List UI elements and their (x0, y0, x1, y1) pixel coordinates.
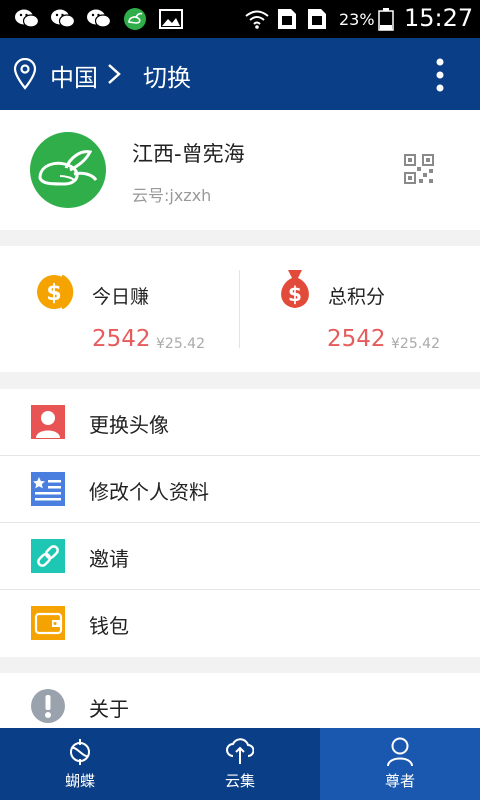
menu-item-edit-profile[interactable]: 修改个人资料 (0, 456, 480, 523)
wechat-icon (51, 9, 76, 28)
bottom-nav: 蝴蝶 云集 尊者 (0, 728, 480, 800)
coin-icon: $ (37, 274, 74, 310)
profile-card[interactable]: 江西-曾宪海 云号:jxzxh (0, 110, 480, 230)
avatar[interactable] (30, 132, 106, 208)
nav-tab-user[interactable]: 尊者 (320, 728, 480, 800)
menu-item-change-avatar[interactable]: 更换头像 (0, 389, 480, 456)
nav-tab-butterfly[interactable]: 蝴蝶 (0, 728, 160, 800)
portrait-icon (31, 405, 65, 439)
user-icon (387, 737, 413, 767)
stats-divider (239, 270, 240, 348)
butterfly-icon (70, 739, 90, 765)
sim-card-icon (308, 9, 326, 29)
battery-percent: 23% (339, 10, 375, 29)
status-bar: 23% 15:27 (0, 0, 480, 38)
money-bag-icon: $ (281, 270, 309, 308)
nav-tab-label: 蝴蝶 (64, 772, 95, 790)
menu-item-label: 更换头像 (89, 413, 169, 437)
profile-name: 江西-曾宪海 (132, 142, 245, 166)
menu-item-label: 邀请 (89, 547, 129, 571)
sim-card-icon (278, 9, 296, 29)
wifi-icon (245, 10, 269, 29)
today-earn-value: 2542 (92, 326, 151, 352)
butterfly-logo-icon (38, 150, 98, 186)
menu-item-wallet[interactable]: 钱包 (0, 590, 480, 657)
menu-item-label: 修改个人资料 (89, 480, 209, 504)
menu-item-about[interactable]: 关于 (0, 673, 480, 728)
total-points-label: 总积分 (328, 286, 386, 308)
total-points-money: ¥25.42 (391, 336, 440, 352)
battery-icon (378, 8, 394, 31)
link-icon (31, 539, 65, 573)
nav-tab-label: 云集 (224, 772, 255, 790)
nav-tab-label: 尊者 (384, 772, 415, 790)
app-icon (124, 8, 146, 30)
wechat-icon (87, 9, 112, 28)
wallet-icon (31, 606, 65, 640)
switch-region-button[interactable]: 切换 (143, 58, 191, 93)
image-icon (159, 9, 183, 29)
profile-cloud-id: 云号:jxzxh (132, 186, 212, 205)
region-label[interactable]: 中国 (50, 58, 98, 93)
svg-text:$: $ (46, 281, 61, 306)
wechat-icon (15, 9, 40, 28)
menu-item-label: 关于 (89, 697, 129, 721)
stats-panel: $ 今日赚 2542 ¥25.42 $ 总积分 2542 ¥25.42 (0, 246, 480, 372)
more-vertical-icon[interactable] (430, 58, 450, 92)
today-earn-money: ¥25.42 (156, 336, 205, 352)
app-header: 中国 切换 (0, 38, 480, 110)
profile-card-icon (31, 472, 65, 506)
total-points-value: 2542 (327, 326, 386, 352)
menu-item-invite[interactable]: 邀请 (0, 523, 480, 590)
menu-item-label: 钱包 (89, 614, 129, 638)
menu-group-about: 关于 (0, 673, 480, 728)
location-pin-icon[interactable] (12, 58, 38, 90)
menu-group-account: 更换头像 修改个人资料 邀请 钱包 (0, 389, 480, 657)
qr-code-icon[interactable] (404, 154, 434, 184)
today-earn-label: 今日赚 (92, 286, 150, 308)
status-time: 15:27 (404, 4, 474, 32)
cloud-icon (226, 738, 254, 764)
chevron-right-icon[interactable] (106, 63, 122, 85)
info-icon (31, 689, 65, 723)
nav-tab-cloud[interactable]: 云集 (160, 728, 320, 800)
svg-text:$: $ (288, 282, 302, 306)
